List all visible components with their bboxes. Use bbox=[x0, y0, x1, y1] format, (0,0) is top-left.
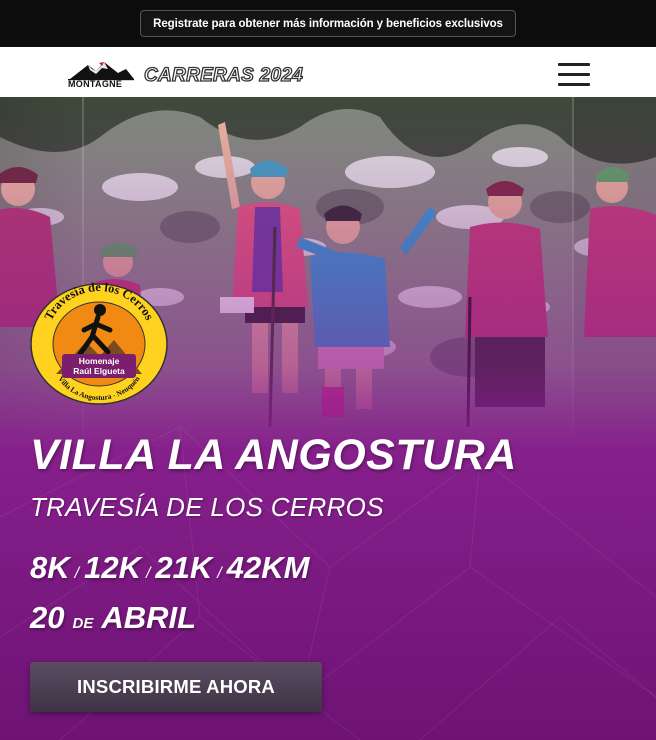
distance-42km: 42KM bbox=[226, 550, 310, 585]
distance-8k: 8K bbox=[30, 550, 70, 585]
hero-photo bbox=[0, 97, 656, 740]
distance-12k: 12K bbox=[84, 550, 141, 585]
event-subtitle: TRAVESÍA DE LOS CERROS bbox=[30, 492, 384, 522]
date-de: DE bbox=[72, 615, 94, 632]
badge-name: Raúl Elgueta bbox=[73, 366, 125, 376]
register-now-button[interactable]: INSCRIBIRME AHORA bbox=[30, 662, 322, 712]
announcement-bar: Registrate para obtener más información … bbox=[0, 0, 656, 47]
distance-separator: / bbox=[145, 565, 151, 582]
event-title: VILLA LA ANGOSTURA bbox=[30, 431, 517, 479]
event-date: 20 DE ABRIL bbox=[30, 600, 196, 636]
event-badge-logo: Travesía de los Cerros Villa La Angostur… bbox=[28, 280, 170, 407]
hero-banner: Travesía de los Cerros Villa La Angostur… bbox=[0, 97, 656, 740]
header: MONTAGNE CARRERAS 2024 bbox=[0, 47, 656, 97]
page-title: CARRERAS 2024 bbox=[143, 64, 304, 86]
date-day: 20 bbox=[30, 600, 65, 635]
distance-21k: 21K bbox=[155, 550, 213, 585]
race-distances: 8K/12K/21K/42KM bbox=[30, 550, 309, 586]
register-info-button[interactable]: Registrate para obtener más información … bbox=[140, 10, 516, 37]
montagne-logo[interactable]: MONTAGNE bbox=[66, 59, 136, 91]
badge-homenaje: Homenaje bbox=[78, 356, 120, 366]
distance-separator: / bbox=[74, 565, 80, 582]
distance-separator: / bbox=[217, 565, 222, 582]
trail-runner-badge-icon: Travesía de los Cerros Villa La Angostur… bbox=[30, 280, 168, 405]
hamburger-menu-icon[interactable] bbox=[558, 61, 592, 87]
logo-text: MONTAGNE bbox=[68, 79, 123, 89]
date-month: ABRIL bbox=[101, 600, 197, 635]
